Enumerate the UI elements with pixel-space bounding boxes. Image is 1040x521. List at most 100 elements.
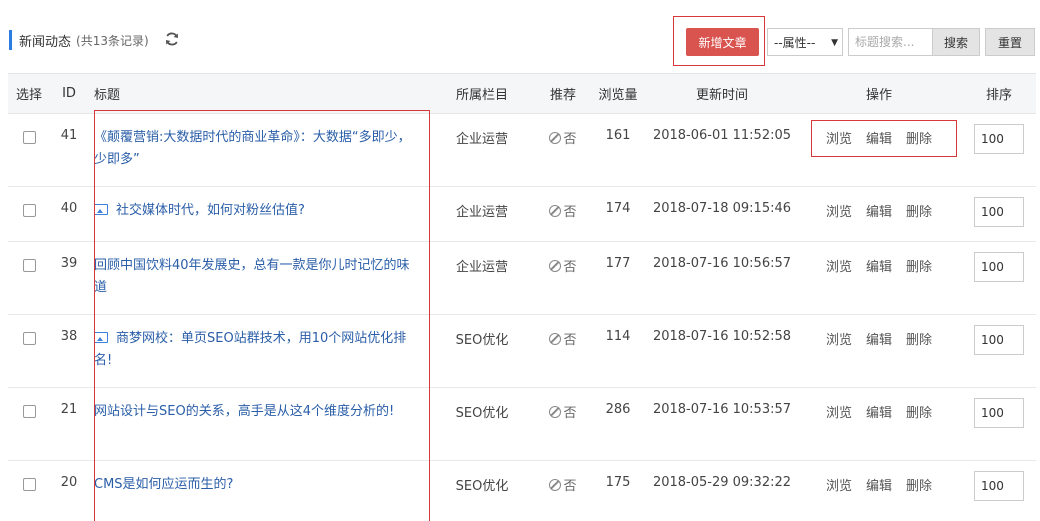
recommend-cell[interactable]: 否 <box>538 113 588 187</box>
col-updated: 更新时间 <box>648 73 796 114</box>
row-checkbox[interactable] <box>22 405 36 418</box>
title-cell: CMS是如何应运而生的? <box>88 460 426 521</box>
table-row: 41 《颠覆营销:大数据时代的商业革命》：大数据“多即少，少即多” 企业运营 否 161… <box>8 113 1036 187</box>
page-title: 新闻动态 <box>19 34 72 50</box>
row-checkbox[interactable] <box>22 131 36 144</box>
view-action[interactable]: 浏览 <box>826 406 852 421</box>
delete-action[interactable]: 删除 <box>906 333 932 348</box>
title-cell: 网站设计与SEO的关系，高手是从这4个维度分析的! <box>88 387 426 461</box>
search-button[interactable]: 搜索 <box>932 28 980 56</box>
edit-action[interactable]: 编辑 <box>866 205 892 220</box>
row-views: 114 <box>588 314 648 388</box>
sort-input[interactable] <box>974 197 1024 227</box>
actions-cell: 浏览 编辑 删除 <box>796 314 962 388</box>
sort-cell <box>962 314 1036 388</box>
edit-action[interactable]: 编辑 <box>866 260 892 275</box>
view-action[interactable]: 浏览 <box>826 205 852 220</box>
delete-action[interactable]: 删除 <box>906 479 932 494</box>
row-views: 177 <box>588 241 648 315</box>
recommend-cell[interactable]: 否 <box>538 460 588 521</box>
col-actions: 操作 <box>796 73 962 114</box>
actions-cell: 浏览 编辑 删除 <box>796 186 962 242</box>
title-cell: 回顾中国饮料40年发展史，总有一款是你儿时记忆的味道 <box>88 241 426 315</box>
ban-icon <box>549 406 562 418</box>
edit-action[interactable]: 编辑 <box>866 333 892 348</box>
article-title-link[interactable]: 网站设计与SEO的关系，高手是从这4个维度分析的! <box>94 404 394 419</box>
sort-input[interactable] <box>974 124 1024 154</box>
recommend-cell[interactable]: 否 <box>538 314 588 388</box>
article-title-link[interactable]: 社交媒体时代，如何对粉丝估值? <box>116 203 305 218</box>
attribute-select-value: --属性-- <box>774 35 816 50</box>
article-title-link[interactable]: 回顾中国饮料40年发展史，总有一款是你儿时记忆的味道 <box>94 258 410 295</box>
col-sort: 排序 <box>962 73 1036 114</box>
image-icon <box>94 204 108 215</box>
refresh-icon[interactable] <box>164 31 180 47</box>
select-cell <box>8 113 50 187</box>
row-category: 企业运营 <box>426 241 538 315</box>
table-row: 38 商梦网校：单页SEO站群技术，用10个网站优化排名! SEO优化 否 114 201… <box>8 314 1036 388</box>
edit-action[interactable]: 编辑 <box>866 479 892 494</box>
select-cell <box>8 387 50 461</box>
delete-action[interactable]: 删除 <box>906 132 932 147</box>
col-select: 选择 <box>8 73 50 114</box>
row-views: 174 <box>588 186 648 242</box>
ban-icon <box>549 260 562 272</box>
sort-input[interactable] <box>974 325 1024 355</box>
actions-cell: 浏览 编辑 删除 <box>796 113 962 187</box>
row-checkbox[interactable] <box>22 259 36 272</box>
attribute-select[interactable]: --属性-- ▼ <box>767 28 843 56</box>
delete-action[interactable]: 删除 <box>906 406 932 421</box>
row-category: SEO优化 <box>426 314 538 388</box>
view-action[interactable]: 浏览 <box>826 479 852 494</box>
sort-input[interactable] <box>974 398 1024 428</box>
col-recommend: 推荐 <box>538 73 588 114</box>
edit-action[interactable]: 编辑 <box>866 132 892 147</box>
sort-input[interactable] <box>974 471 1024 501</box>
record-count: (共13条记录) <box>76 33 149 48</box>
delete-action[interactable]: 删除 <box>906 260 932 275</box>
article-title-link[interactable]: 《颠覆营销:大数据时代的商业革命》：大数据“多即少，少即多” <box>94 130 411 167</box>
title-cell: 商梦网校：单页SEO站群技术，用10个网站优化排名! <box>88 314 426 388</box>
delete-action[interactable]: 删除 <box>906 205 932 220</box>
select-cell <box>8 186 50 242</box>
row-checkbox[interactable] <box>22 204 36 217</box>
recommend-value: 否 <box>563 132 577 147</box>
row-updated: 2018-05-29 09:32:22 <box>648 460 796 521</box>
page-title-block: 新闻动态 (共13条记录) <box>9 30 149 50</box>
row-category: 企业运营 <box>426 113 538 187</box>
row-id: 38 <box>50 314 88 388</box>
actions-cell: 浏览 编辑 删除 <box>796 460 962 521</box>
title-cell: 《颠覆营销:大数据时代的商业革命》：大数据“多即少，少即多” <box>88 113 426 187</box>
row-id: 41 <box>50 113 88 187</box>
view-action[interactable]: 浏览 <box>826 260 852 275</box>
table-row: 21 网站设计与SEO的关系，高手是从这4个维度分析的! SEO优化 否 286 2018… <box>8 387 1036 461</box>
sort-input[interactable] <box>974 252 1024 282</box>
recommend-cell[interactable]: 否 <box>538 241 588 315</box>
reset-button[interactable]: 重置 <box>985 28 1035 56</box>
edit-action[interactable]: 编辑 <box>866 406 892 421</box>
row-updated: 2018-07-18 09:15:46 <box>648 186 796 242</box>
table-row: 39 回顾中国饮料40年发展史，总有一款是你儿时记忆的味道 企业运营 否 177 2018… <box>8 241 1036 315</box>
col-views: 浏览量 <box>588 73 648 114</box>
article-title-link[interactable]: 商梦网校：单页SEO站群技术，用10个网站优化排名! <box>94 331 406 368</box>
row-id: 20 <box>50 460 88 521</box>
article-title-link[interactable]: CMS是如何应运而生的? <box>94 477 233 492</box>
recommend-cell[interactable]: 否 <box>538 387 588 461</box>
title-search-input[interactable] <box>848 28 932 56</box>
row-checkbox[interactable] <box>22 332 36 345</box>
row-category: 企业运营 <box>426 186 538 242</box>
ban-icon <box>549 205 562 217</box>
recommend-value: 否 <box>563 205 577 220</box>
row-views: 161 <box>588 113 648 187</box>
view-action[interactable]: 浏览 <box>826 132 852 147</box>
row-updated: 2018-07-16 10:56:57 <box>648 241 796 315</box>
sort-cell <box>962 460 1036 521</box>
row-checkbox[interactable] <box>22 478 36 491</box>
view-action[interactable]: 浏览 <box>826 333 852 348</box>
col-title: 标题 <box>88 73 426 114</box>
select-cell <box>8 314 50 388</box>
row-views: 175 <box>588 460 648 521</box>
actions-cell: 浏览 编辑 删除 <box>796 387 962 461</box>
add-article-button[interactable]: 新增文章 <box>686 28 759 56</box>
recommend-cell[interactable]: 否 <box>538 186 588 242</box>
